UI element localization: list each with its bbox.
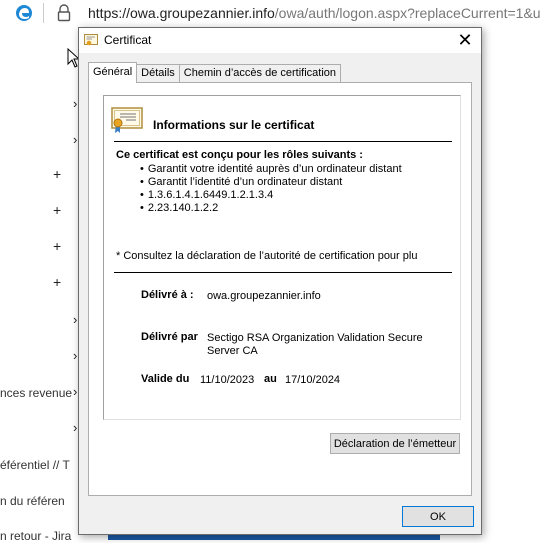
chevron-right-icon[interactable]: › bbox=[73, 384, 77, 399]
plus-icon[interactable]: + bbox=[53, 202, 61, 218]
tab-details[interactable]: Détails bbox=[136, 64, 180, 83]
certificate-dialog: Certificat ✕ Général Détails Chemin d’ac… bbox=[78, 27, 482, 535]
tab-bar: Général Détails Chemin d’accès de certif… bbox=[88, 62, 342, 83]
bg-list-item[interactable]: n retour - Jira bbox=[0, 529, 71, 543]
list-item: 2.23.140.1.2.2 bbox=[140, 202, 402, 215]
divider bbox=[114, 141, 452, 142]
edge-browser-icon[interactable] bbox=[14, 3, 34, 23]
list-item: Garantit l’identité d’un ordinateur dist… bbox=[140, 176, 402, 189]
divider bbox=[114, 272, 452, 273]
valid-to-value: 17/10/2024 bbox=[285, 374, 341, 386]
close-button[interactable]: ✕ bbox=[449, 28, 481, 53]
bg-list-item[interactable]: nces revenue bbox=[0, 386, 72, 400]
valid-from-value: 11/10/2023 bbox=[200, 374, 255, 386]
address-bar-divider bbox=[43, 3, 44, 23]
ca-statement-note: * Consultez la déclaration de l’autorité… bbox=[116, 250, 418, 262]
issued-by-value-line1: Sectigo RSA Organization Validation Secu… bbox=[207, 332, 423, 344]
close-icon: ✕ bbox=[457, 30, 473, 50]
issued-to-value: owa.groupezannier.info bbox=[207, 290, 321, 302]
list-item: Garantit votre identité auprès d’un ordi… bbox=[140, 163, 402, 176]
certificate-icon bbox=[111, 107, 143, 133]
plus-icon[interactable]: + bbox=[53, 274, 61, 290]
info-title: Informations sur le certificat bbox=[153, 118, 315, 132]
plus-icon[interactable]: + bbox=[53, 238, 61, 254]
dialog-title: Certificat bbox=[104, 33, 152, 47]
issued-by-label: Délivré par bbox=[141, 331, 198, 343]
issued-by-value-line2: Server CA bbox=[207, 345, 258, 357]
valid-from-label: Valide du bbox=[141, 373, 190, 385]
chevron-right-icon[interactable]: › bbox=[73, 420, 77, 435]
url-path: /owa/auth/logon.aspx?replaceCurrent=1&u bbox=[274, 5, 541, 21]
chevron-right-icon[interactable]: › bbox=[73, 132, 77, 147]
plus-icon[interactable]: + bbox=[53, 166, 61, 182]
dialog-titlebar[interactable]: Certificat ✕ bbox=[79, 28, 481, 53]
chevron-right-icon[interactable]: › bbox=[73, 96, 77, 111]
browser-address-bar: https://owa.groupezannier.info/owa/auth/… bbox=[0, 0, 542, 26]
url-field[interactable]: https://owa.groupezannier.info/owa/auth/… bbox=[88, 5, 541, 21]
roles-title: Ce certificat est conçu pour les rôles s… bbox=[116, 149, 363, 161]
bg-list-item[interactable]: éférentiel // T bbox=[0, 458, 70, 472]
url-host: https://owa.groupezannier.info bbox=[88, 5, 275, 21]
list-item: 1.3.6.1.4.1.6449.1.2.1.3.4 bbox=[140, 189, 402, 202]
lock-icon[interactable] bbox=[56, 4, 72, 22]
tab-general[interactable]: Général bbox=[88, 62, 138, 83]
valid-to-label: au bbox=[264, 373, 277, 385]
issued-by-value: Sectigo RSA Organization Validation Secu… bbox=[207, 332, 423, 358]
bg-list-item[interactable]: n du référen bbox=[0, 494, 65, 508]
issuer-statement-button[interactable]: Déclaration de l’émetteur bbox=[330, 433, 460, 454]
certificate-info-box: Informations sur le certificat Ce certif… bbox=[103, 95, 461, 420]
certificate-icon bbox=[84, 34, 98, 46]
roles-list: Garantit votre identité auprès d’un ordi… bbox=[140, 163, 402, 215]
tab-certification-path[interactable]: Chemin d’accès de certification bbox=[178, 64, 342, 83]
chevron-right-icon[interactable]: › bbox=[73, 348, 77, 363]
ok-button[interactable]: OK bbox=[402, 506, 474, 527]
chevron-right-icon[interactable]: › bbox=[73, 312, 77, 327]
issued-to-label: Délivré à : bbox=[141, 289, 194, 301]
